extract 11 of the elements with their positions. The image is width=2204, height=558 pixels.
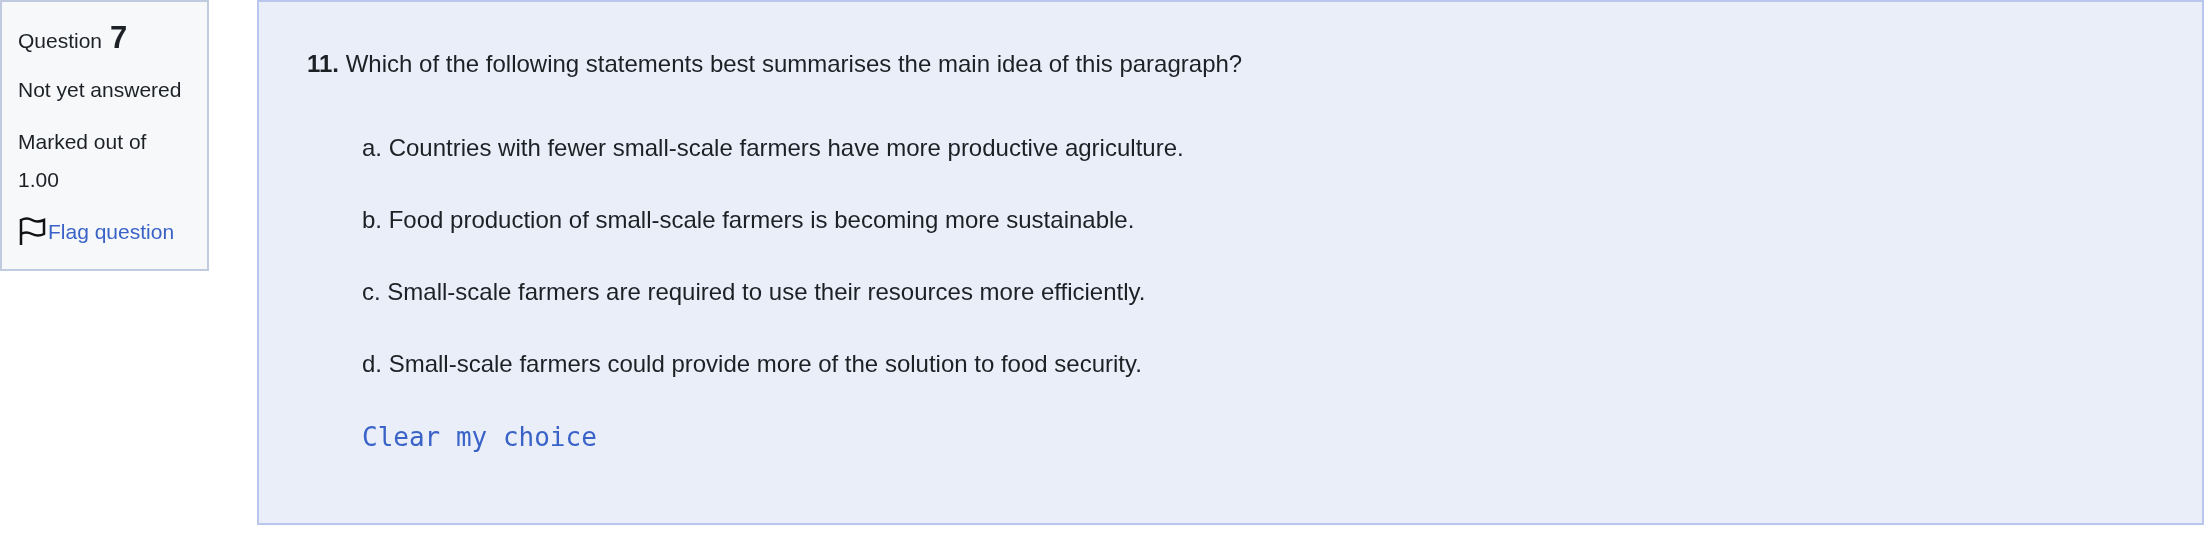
answer-option[interactable]: c. Small-scale farmers are required to use their resources more efficiently. — [362, 274, 2202, 310]
flag-question-link[interactable]: Flag question — [48, 212, 175, 251]
question-label: Question — [18, 28, 103, 54]
answer-option[interactable]: a. Countries with fewer small-scale farmers have more productive agriculture. — [362, 130, 2202, 166]
answer-option[interactable]: d. Small-scale farmers could provide more of the solution to food security. — [362, 346, 2202, 382]
clear-choice-link[interactable]: Clear my choice — [362, 418, 597, 457]
status-text: Not yet answered — [18, 76, 183, 103]
marks-text: Marked out of 1.00 — [18, 128, 148, 193]
answer-option[interactable]: b. Food production of small-scale farmers is becoming more sustainable. — [362, 202, 2202, 238]
question-text: 11. Which of the following statements best summarises the main idea of this paragraph? — [307, 49, 1244, 79]
question-number: 7 — [110, 22, 128, 53]
